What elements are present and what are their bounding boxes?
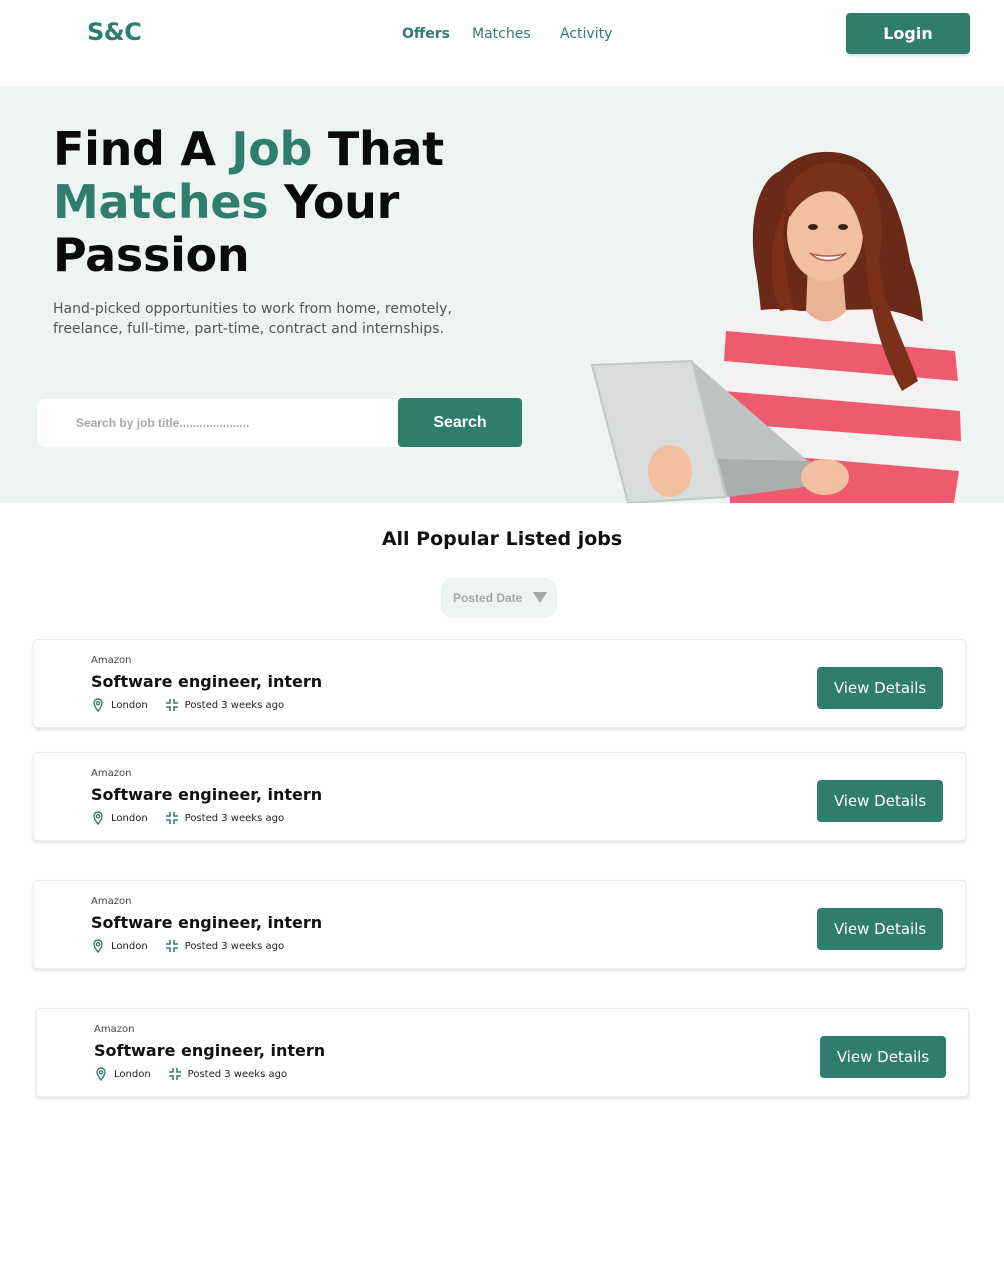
job-card: Amazon Software engineer, intern London … <box>33 880 966 969</box>
job-title[interactable]: Software engineer, intern <box>91 913 322 932</box>
job-meta: London Posted 3 weeks ago <box>91 938 284 954</box>
view-details-button[interactable]: View Details <box>817 780 943 822</box>
company-name: Amazon <box>94 1024 135 1035</box>
posted-time: Posted 3 weeks ago <box>184 812 285 824</box>
company-name: Amazon <box>91 655 132 666</box>
map-pin-icon <box>93 698 103 712</box>
brand-logo[interactable]: S&C <box>87 18 142 46</box>
job-location: London <box>111 699 148 711</box>
search-box <box>37 399 417 447</box>
nav-link-offers[interactable]: Offers <box>402 26 450 42</box>
view-details-button[interactable]: View Details <box>817 908 943 950</box>
job-meta: London Posted 3 weeks ago <box>91 810 284 826</box>
triangle-down-icon[interactable] <box>533 592 547 603</box>
job-card: Amazon Software engineer, intern London … <box>33 752 966 841</box>
job-card: Amazon Software engineer, intern London … <box>36 1008 969 1097</box>
job-title[interactable]: Software engineer, intern <box>91 672 322 691</box>
compress-arrows-icon <box>168 1068 181 1080</box>
hero-subtext: Hand-picked opportunities to work from h… <box>53 301 452 337</box>
job-meta: London Posted 3 weeks ago <box>91 697 284 713</box>
nav-link-activity[interactable]: Activity <box>560 26 612 42</box>
headline-part-2: That <box>312 122 444 176</box>
hero-woman-with-laptop-image <box>590 151 962 503</box>
compress-arrows-icon <box>165 940 178 952</box>
posted-time: Posted 3 weeks ago <box>184 940 285 952</box>
login-button[interactable]: Login <box>846 13 970 54</box>
job-location: London <box>111 940 148 952</box>
job-card: Amazon Software engineer, intern London … <box>33 639 966 728</box>
headline-accent-job: Job <box>231 122 313 176</box>
posted-time: Posted 3 weeks ago <box>187 1068 288 1080</box>
company-name: Amazon <box>91 768 132 779</box>
posted-time: Posted 3 weeks ago <box>184 699 285 711</box>
job-meta: London Posted 3 weeks ago <box>94 1066 287 1082</box>
job-location: London <box>114 1068 151 1080</box>
view-details-button[interactable]: View Details <box>817 667 943 709</box>
headline-accent-matches: Matches <box>53 175 269 229</box>
map-pin-icon <box>96 1067 106 1081</box>
popular-jobs-title: All Popular Listed jobs <box>381 528 623 550</box>
map-pin-icon <box>93 811 103 825</box>
search-button[interactable]: Search <box>398 398 522 447</box>
job-location: London <box>111 812 148 824</box>
headline-part-1: Find A <box>53 122 232 176</box>
job-title[interactable]: Software engineer, intern <box>91 785 322 804</box>
view-details-button[interactable]: View Details <box>820 1036 946 1078</box>
headline-part-4: Passion <box>53 228 250 282</box>
company-name: Amazon <box>91 896 132 907</box>
job-title[interactable]: Software engineer, intern <box>94 1041 325 1060</box>
map-pin-icon <box>93 939 103 953</box>
hero-section: Find A Job That Matches Your Passion Han… <box>0 86 1004 503</box>
compress-arrows-icon <box>165 699 178 711</box>
headline-part-3: Your <box>268 175 399 229</box>
job-search-input[interactable] <box>37 399 407 447</box>
compress-arrows-icon <box>165 812 178 824</box>
top-navbar: S&C Offers Matches Activity Login <box>0 0 1004 86</box>
hero-headline: Find A Job That Matches Your Passion <box>53 123 573 282</box>
nav-link-matches[interactable]: Matches <box>472 26 531 42</box>
